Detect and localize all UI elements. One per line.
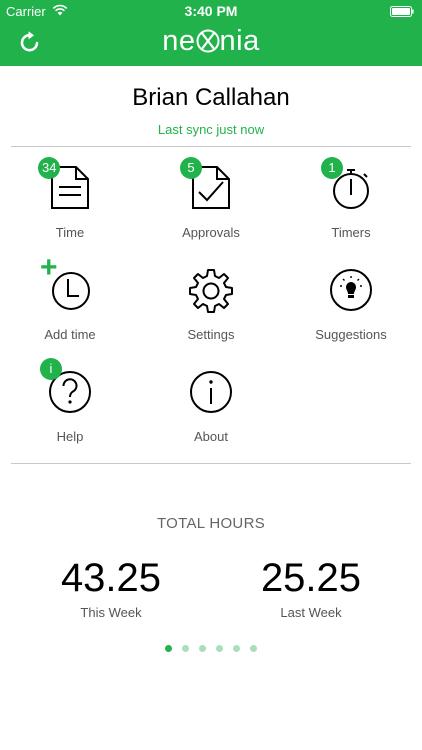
tile-suggestions[interactable]: Suggestions	[281, 267, 421, 362]
logo-text-right: nia	[219, 25, 260, 57]
tile-label-time: Time	[55, 225, 85, 240]
nexonia-logo: ne nia	[0, 22, 422, 62]
tile-time[interactable]: 34 Time	[0, 157, 140, 260]
tile-label-settings: Settings	[187, 327, 235, 342]
tile-label-approvals: Approvals	[182, 225, 240, 240]
tile-label-timers: Timers	[331, 225, 371, 240]
tile-approvals[interactable]: 5 Approvals	[141, 157, 281, 260]
total-hours-title: TOTAL HOURS	[156, 515, 266, 532]
sync-status: Last sync just now	[157, 122, 265, 137]
tile-timers[interactable]: 1 Timers	[281, 157, 421, 260]
tile-label-add-time: Add time	[44, 327, 96, 342]
page-dot[interactable]	[216, 645, 223, 652]
gear-icon	[188, 267, 234, 313]
status-time: 3:40 PM	[184, 3, 238, 19]
user-name: Brian Callahan	[132, 84, 290, 111]
approvals-badge: 5	[180, 157, 202, 179]
lightbulb-icon	[328, 267, 374, 313]
tile-settings[interactable]: Settings	[141, 267, 281, 362]
tile-add-time[interactable]: + Add time	[0, 253, 140, 362]
plus-icon: +	[40, 251, 58, 284]
page-dot[interactable]	[182, 645, 189, 652]
tile-label-about: About	[194, 429, 228, 444]
battery-icon	[390, 6, 414, 17]
help-info-badge: i	[40, 358, 62, 380]
page-dot[interactable]	[233, 645, 240, 652]
last-week-label: Last Week	[280, 605, 342, 620]
this-week-hours: 43.25	[60, 556, 162, 600]
this-week-label: This Week	[80, 605, 142, 620]
tile-label-help: Help	[56, 429, 84, 444]
timers-badge: 1	[321, 157, 343, 179]
status-bar: Carrier 3:40 PM	[0, 0, 422, 22]
last-week-hours: 25.25	[260, 556, 362, 600]
page-indicator	[0, 645, 422, 652]
tile-help[interactable]: i Help	[0, 358, 140, 464]
page-dot[interactable]	[250, 645, 257, 652]
info-icon	[188, 369, 234, 415]
tile-about[interactable]: About	[141, 369, 281, 464]
page-dot[interactable]	[199, 645, 206, 652]
app-header: Carrier 3:40 PM ne nia	[0, 0, 422, 66]
x-logo-icon	[196, 29, 220, 53]
top-divider	[11, 146, 411, 147]
tile-label-suggestions: Suggestions	[315, 327, 387, 342]
page-dot[interactable]	[165, 645, 172, 652]
bottom-divider	[11, 463, 411, 464]
logo-text-left: ne	[162, 25, 196, 57]
